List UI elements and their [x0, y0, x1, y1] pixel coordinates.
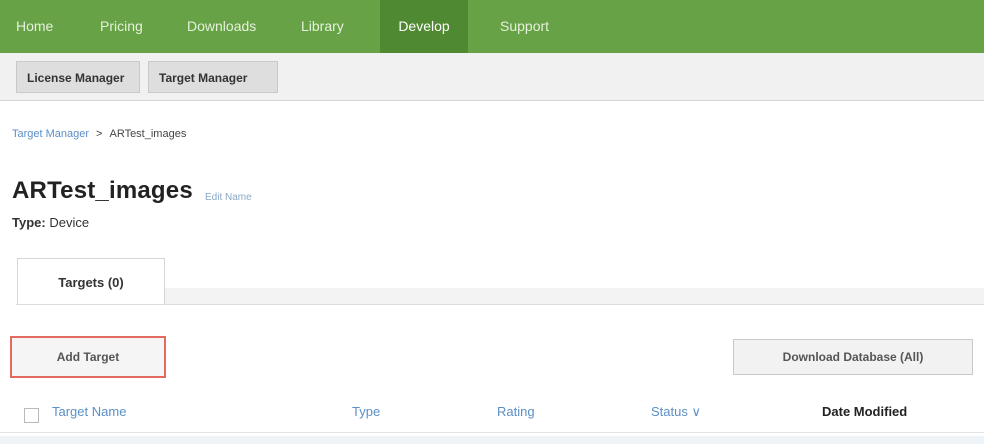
- breadcrumb-target-manager-link[interactable]: Target Manager: [12, 128, 89, 140]
- download-database-button[interactable]: Download Database (All): [733, 339, 973, 375]
- breadcrumb-separator: >: [96, 128, 103, 140]
- nav-support[interactable]: Support: [496, 0, 553, 53]
- select-all-checkbox[interactable]: [24, 408, 39, 423]
- database-type: Type: Device: [12, 215, 89, 230]
- type-label: Type:: [12, 215, 46, 230]
- nav-library[interactable]: Library: [297, 0, 348, 53]
- tab-license-manager[interactable]: License Manager: [16, 61, 140, 93]
- edit-name-link[interactable]: Edit Name: [205, 192, 252, 203]
- add-target-button[interactable]: Add Target: [10, 336, 166, 378]
- column-rating[interactable]: Rating: [497, 404, 535, 419]
- column-target-name[interactable]: Target Name: [52, 404, 126, 419]
- nav-home[interactable]: Home: [12, 0, 57, 53]
- nav-develop[interactable]: Develop: [380, 0, 468, 53]
- nav-downloads[interactable]: Downloads: [183, 0, 260, 53]
- page-title: ARTest_images: [12, 177, 193, 204]
- top-navigation-bar: Home Pricing Downloads Library Develop S…: [0, 0, 984, 53]
- sub-navigation-bar: License Manager Target Manager: [0, 53, 984, 101]
- column-type[interactable]: Type: [352, 404, 380, 419]
- tab-target-manager[interactable]: Target Manager: [148, 61, 278, 93]
- column-date-modified[interactable]: Date Modified: [822, 404, 907, 419]
- breadcrumb: Target Manager > ARTest_images: [12, 128, 186, 140]
- breadcrumb-current: ARTest_images: [109, 128, 187, 140]
- tab-targets[interactable]: Targets (0): [17, 258, 165, 304]
- column-status[interactable]: Status ∨: [651, 404, 701, 420]
- type-value: Device: [49, 215, 90, 230]
- tabs-bar-fill: [164, 288, 984, 304]
- table-body-strip: [0, 436, 984, 444]
- nav-pricing[interactable]: Pricing: [96, 0, 147, 53]
